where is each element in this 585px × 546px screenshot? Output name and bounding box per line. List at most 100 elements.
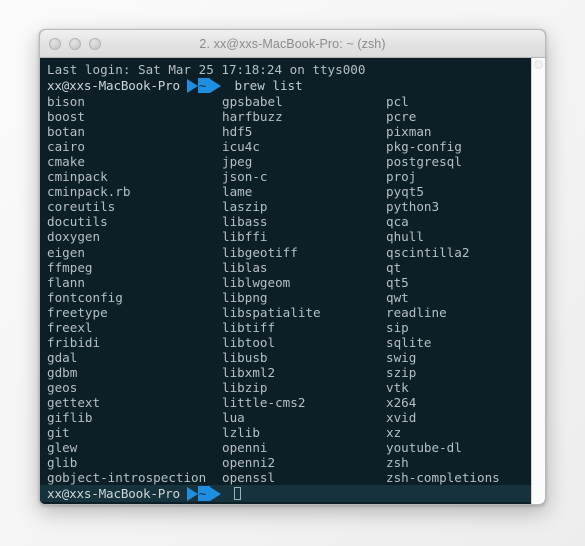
package-name: pyqt5	[386, 184, 424, 200]
prompt-line-top: xx@xxs-MacBook-Pro ~ brew list	[40, 77, 531, 94]
package-name: qhull	[386, 229, 424, 245]
minimize-button-icon[interactable]	[69, 38, 81, 50]
package-name: boost	[47, 109, 85, 125]
powerline-arrow-right-icon	[210, 78, 222, 93]
package-name: libusb	[222, 349, 268, 365]
package-name: gettext	[47, 394, 101, 410]
close-button-icon[interactable]	[49, 38, 61, 50]
package-name: cairo	[47, 139, 85, 155]
package-row: freexl libtiff sip	[47, 320, 531, 335]
package-name: pcre	[386, 109, 417, 125]
package-name: qt	[386, 259, 402, 275]
package-row: glib openni2 zsh	[47, 455, 531, 470]
package-name: libpng	[222, 289, 268, 305]
package-name: postgresql	[386, 154, 462, 170]
package-name: fribidi	[47, 334, 101, 350]
package-name: libtiff	[222, 319, 276, 335]
package-name: laszip	[222, 199, 268, 215]
package-name: jpeg	[222, 154, 253, 170]
package-name: lzlib	[222, 425, 260, 441]
package-name: libtool	[222, 334, 276, 350]
package-name: libspatialite	[222, 304, 321, 320]
package-name: libffi	[222, 229, 268, 245]
scrollbar-thumb[interactable]	[534, 60, 543, 69]
package-name: hdf5	[222, 124, 253, 140]
package-row: freetype libspatialite readline	[47, 305, 531, 320]
zoom-button-icon[interactable]	[89, 38, 101, 50]
package-row: boost harfbuzz pcre	[47, 109, 531, 124]
package-name: readline	[386, 304, 447, 320]
package-name: lua	[222, 410, 245, 426]
package-name: docutils	[47, 214, 108, 230]
package-name: liblas	[222, 259, 268, 275]
package-name: gdal	[47, 349, 78, 365]
package-name: qwt	[386, 289, 409, 305]
terminal-window[interactable]: 2. xx@xxs-MacBook-Pro: ~ (zsh) Last logi…	[39, 29, 546, 505]
package-row: fontconfig libpng qwt	[47, 290, 531, 305]
package-name: ffmpeg	[47, 259, 93, 275]
package-row: botan hdf5 pixman	[47, 124, 531, 139]
prompt-command: brew list	[234, 78, 303, 94]
package-name: cminpack	[47, 169, 108, 185]
last-login-line: Last login: Sat Mar 25 17:18:24 on ttys0…	[47, 62, 366, 77]
powerline-segment: ~	[186, 78, 222, 94]
package-row: docutils libass qca	[47, 214, 531, 229]
package-row: giflib lua xvid	[47, 410, 531, 425]
package-name: glib	[47, 455, 78, 471]
package-name: qt5	[386, 274, 409, 290]
package-name: libzip	[222, 379, 268, 395]
package-name: qscintilla2	[386, 244, 470, 260]
package-name: proj	[386, 169, 417, 185]
package-name: botan	[47, 124, 85, 140]
package-name: xz	[386, 425, 402, 441]
package-row: gettext little-cms2 x264	[47, 395, 531, 410]
package-row: gdbm libxml2 szip	[47, 365, 531, 380]
terminal-screen[interactable]: Last login: Sat Mar 25 17:18:24 on ttys0…	[40, 58, 531, 504]
package-name: openssl	[222, 470, 276, 486]
package-name: xvid	[386, 410, 417, 426]
package-name: cmake	[47, 154, 85, 170]
window-titlebar[interactable]: 2. xx@xxs-MacBook-Pro: ~ (zsh)	[40, 30, 545, 58]
package-name: coreutils	[47, 199, 116, 215]
package-row: bison gpsbabel pcl	[47, 94, 531, 109]
package-name: giflib	[47, 410, 93, 426]
package-list: bison gpsbabel pcl boost harfbuzz pcre botan hd…	[40, 94, 531, 485]
package-name: bison	[47, 94, 85, 110]
package-row: geos libzip vtk	[47, 380, 531, 395]
package-row: glew openni youtube-dl	[47, 440, 531, 455]
terminal-scrollbar[interactable]	[531, 58, 545, 504]
package-name: freexl	[47, 319, 93, 335]
prompt-path: ~	[197, 78, 211, 94]
package-row: cmake jpeg postgresql	[47, 154, 531, 169]
powerline-arrow-left-icon	[186, 486, 198, 501]
package-name: youtube-dl	[386, 440, 462, 456]
package-name: cminpack.rb	[47, 184, 131, 200]
prompt-host: xx@xxs-MacBook-Pro	[47, 486, 180, 502]
powerline-arrow-left-icon	[186, 78, 198, 93]
package-name: gdbm	[47, 364, 78, 380]
package-name: gpsbabel	[222, 94, 283, 110]
package-name: x264	[386, 394, 417, 410]
package-name: geos	[47, 379, 78, 395]
package-name: pcl	[386, 94, 409, 110]
package-name: openni	[222, 440, 268, 456]
prompt-line-bottom[interactable]: xx@xxs-MacBook-Pro ~	[40, 485, 531, 503]
desktop-background: 2. xx@xxs-MacBook-Pro: ~ (zsh) Last logi…	[0, 0, 585, 546]
package-row: ffmpeg liblas qt	[47, 260, 531, 275]
package-row: cairo icu4c pkg-config	[47, 139, 531, 154]
package-name: fontconfig	[47, 289, 123, 305]
package-name: sqlite	[386, 334, 432, 350]
package-name: python3	[386, 199, 440, 215]
package-row: git lzlib xz	[47, 425, 531, 440]
text-cursor	[234, 487, 242, 501]
package-name: json-c	[222, 169, 268, 185]
package-name: gobject-introspection	[47, 470, 207, 486]
package-name: libxml2	[222, 364, 276, 380]
package-row: flann liblwgeom qt5	[47, 275, 531, 290]
package-name: libgeotiff	[222, 244, 298, 260]
powerline-segment: ~	[186, 486, 222, 502]
package-row: cminpack.rb lame pyqt5	[47, 184, 531, 199]
package-name: liblwgeom	[222, 274, 291, 290]
package-name: pkg-config	[386, 139, 462, 155]
terminal-body[interactable]: Last login: Sat Mar 25 17:18:24 on ttys0…	[40, 58, 545, 504]
